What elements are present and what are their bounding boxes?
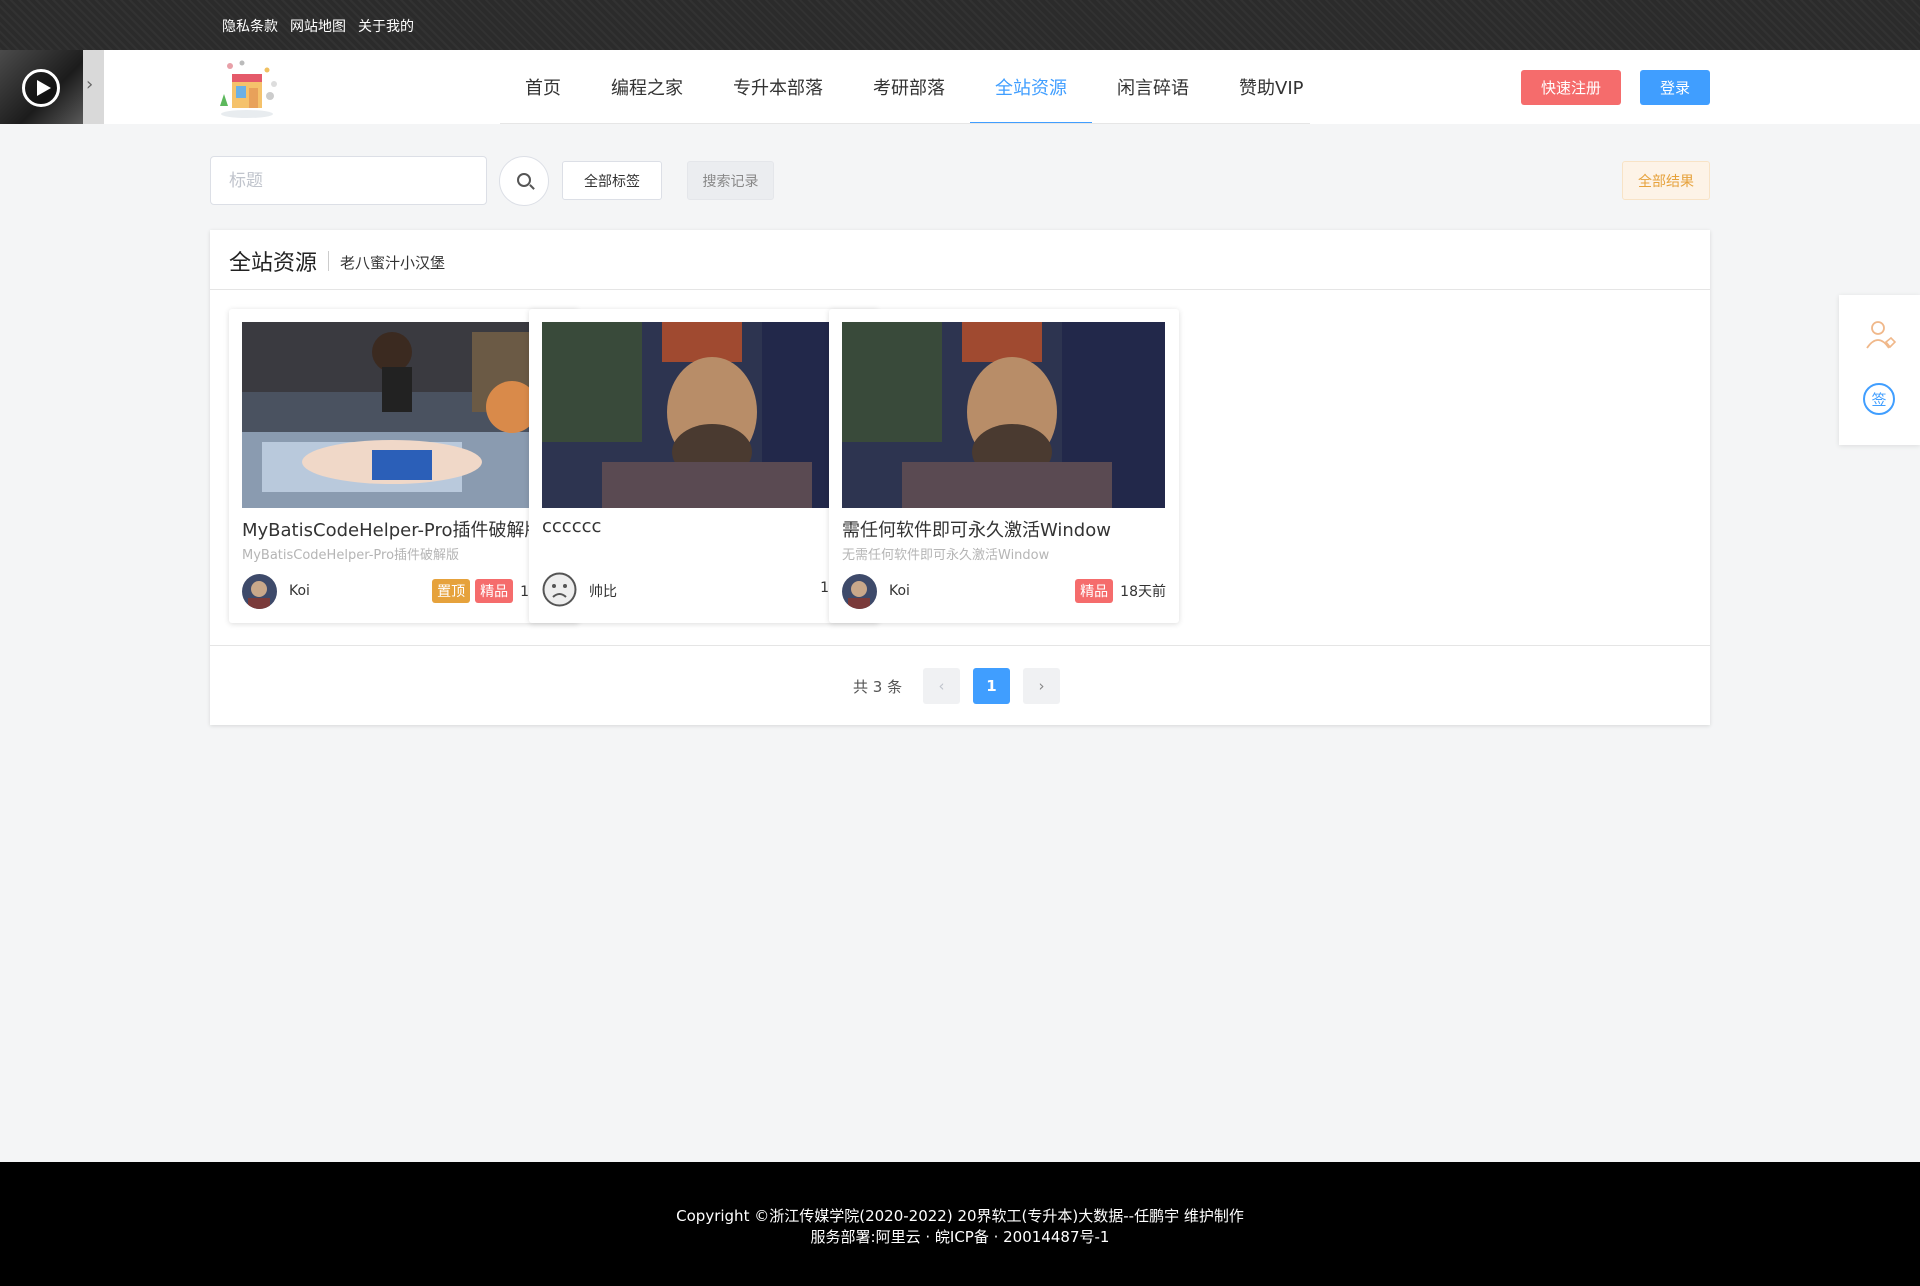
resource-card[interactable]: cccccc 帅比 10天前: [529, 309, 879, 623]
featured-badge: 精品: [1075, 579, 1114, 603]
card-thumbnail[interactable]: [542, 322, 865, 508]
card-desc: MyBatisCodeHelper-Pro插件破解版: [242, 548, 460, 563]
chevron-right-icon: ›: [1038, 677, 1045, 695]
title-search-input[interactable]: [210, 156, 487, 205]
card-time: 18天前: [1120, 584, 1166, 600]
nav-divider: [500, 123, 1310, 124]
header: › 首页 编程之家 专升本部落 考研部落 全站资源 闲言碎语 赞助VIP 快速注…: [0, 50, 1920, 124]
footer-copyright: Copyright ©浙江传媒学院(2020-2022) 20界软工(专升本)大…: [676, 1207, 1244, 1225]
pagination: 共 3 条 ‹ 1 ›: [210, 645, 1710, 725]
pinned-badge: 置顶: [432, 579, 471, 603]
card-author[interactable]: Koi: [889, 583, 910, 599]
card-author[interactable]: Koi: [289, 583, 310, 599]
search-button[interactable]: [499, 156, 549, 206]
avatar[interactable]: [242, 574, 277, 609]
nav-item-home[interactable]: 首页: [500, 50, 586, 124]
panel-subtitle: 老八蜜汁小汉堡: [340, 254, 446, 272]
main-nav: 首页 编程之家 专升本部落 考研部落 全站资源 闲言碎语 赞助VIP: [500, 50, 1328, 124]
card-meta: 精品 18天前: [1075, 579, 1166, 603]
page-number-button[interactable]: 1: [973, 668, 1010, 704]
all-results-button[interactable]: 全部结果: [1622, 161, 1710, 200]
side-float-widget: 签: [1839, 295, 1920, 445]
top-strip: 隐私条款 网站地图 关于我的: [0, 0, 1920, 50]
card-thumbnail[interactable]: [242, 322, 565, 508]
nav-item-upgrade[interactable]: 专升本部落: [708, 50, 848, 124]
sitemap-link[interactable]: 网站地图: [290, 16, 346, 36]
card-desc: 无需任何软件即可永久激活Window: [842, 548, 1050, 563]
resource-card[interactable]: MyBatisCodeHelper-Pro插件破解版[... MyBatisCo…: [229, 309, 579, 623]
card-thumbnail[interactable]: [842, 322, 1165, 508]
nav-item-postgrad[interactable]: 考研部落: [848, 50, 970, 124]
prev-page-button[interactable]: ‹: [923, 668, 960, 704]
music-player-widget[interactable]: ›: [0, 50, 104, 124]
all-tags-button[interactable]: 全部标签: [562, 161, 662, 200]
player-cover: [0, 50, 83, 124]
nav-item-chat[interactable]: 闲言碎语: [1092, 50, 1214, 124]
nav-item-vip[interactable]: 赞助VIP: [1214, 50, 1328, 124]
privacy-link[interactable]: 隐私条款: [222, 16, 278, 36]
panel-header: 全站资源 老八蜜汁小汉堡: [210, 230, 1710, 290]
nav-item-resources[interactable]: 全站资源: [970, 50, 1092, 124]
next-page-button[interactable]: ›: [1023, 668, 1060, 704]
sad-face-avatar[interactable]: [542, 572, 577, 607]
register-button[interactable]: 快速注册: [1521, 70, 1621, 105]
play-icon[interactable]: [22, 69, 60, 107]
site-logo[interactable]: [212, 58, 282, 120]
resources-panel: 全站资源 老八蜜汁小汉堡 MyBatisCodeHelper-Pro插件破解版[…: [210, 230, 1710, 725]
footer: Copyright ©浙江传媒学院(2020-2022) 20界软工(专升本)大…: [0, 1162, 1920, 1286]
nav-item-programming[interactable]: 编程之家: [586, 50, 708, 124]
pagination-total: 共 3 条: [853, 678, 903, 696]
card-title[interactable]: MyBatisCodeHelper-Pro插件破解版[...: [242, 516, 565, 542]
featured-badge: 精品: [475, 579, 514, 603]
chevron-right-icon[interactable]: ›: [86, 74, 93, 95]
user-icon[interactable]: [1864, 318, 1898, 352]
panel-title: 全站资源: [229, 251, 318, 276]
search-history-button[interactable]: 搜索记录: [687, 161, 774, 200]
card-author[interactable]: 帅比: [589, 581, 617, 601]
footer-deploy: 服务部署:阿里云 · 皖ICP备 · 20014487号-1: [810, 1228, 1110, 1246]
avatar[interactable]: [842, 574, 877, 609]
card-title[interactable]: 需任何软件即可永久激活Window: [842, 516, 1165, 542]
about-link[interactable]: 关于我的: [358, 16, 414, 36]
card-title[interactable]: cccccc: [542, 516, 865, 537]
login-button[interactable]: 登录: [1640, 70, 1710, 105]
sign-in-button[interactable]: 签: [1863, 383, 1895, 415]
chevron-left-icon: ‹: [938, 677, 945, 695]
top-links: 隐私条款 网站地图 关于我的: [222, 16, 414, 36]
resource-card[interactable]: 需任何软件即可永久激活Window 无需任何软件即可永久激活Window Koi…: [829, 309, 1179, 623]
